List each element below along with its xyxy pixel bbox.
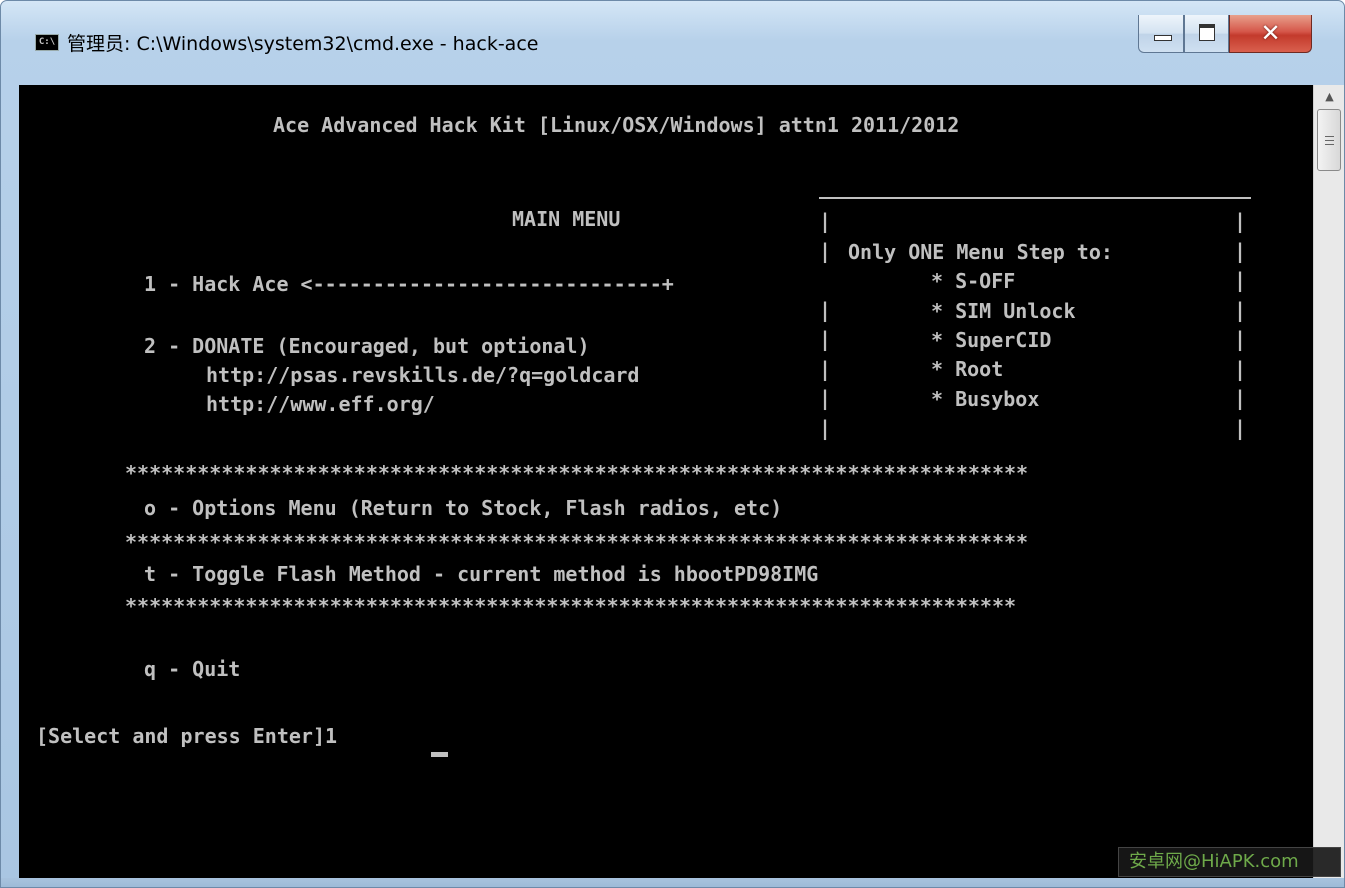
grip-line [1325,140,1334,141]
separator-3: ****************************************… [125,594,1017,618]
kit-title-line: Ace Advanced Hack Kit [Linux/OSX/Windows… [273,113,960,137]
scroll-up-arrow-icon[interactable]: ▲ [1314,85,1344,109]
main-menu-heading: MAIN MENU [512,207,621,231]
cmd-window: C:\ 管理员: C:\Windows\system32\cmd.exe - h… [0,0,1345,888]
grip-line [1325,136,1334,137]
box-top-border [819,197,1251,199]
close-icon: ✕ [1260,19,1281,47]
close-button[interactable]: ✕ [1229,15,1312,53]
box-item-s-off: * S-OFF [931,269,1016,293]
box-item-supercid: * SuperCID [931,328,1052,352]
grip-line [1325,144,1334,145]
menu-item-donate: 2 - DONATE (Encouraged, but optional) [144,334,590,358]
scroll-thumb[interactable] [1317,109,1341,171]
box-right-border: | | | | | | | | [1234,209,1247,440]
window-bottom-frame [1,878,1344,887]
box-item-sim-unlock: * SIM Unlock [931,299,1076,323]
title-bar[interactable]: C:\ 管理员: C:\Windows\system32\cmd.exe - h… [1,1,1344,85]
text-cursor [431,752,448,757]
donate-link-2: http://www.eff.org/ [206,392,435,416]
window-title: 管理员: C:\Windows\system32\cmd.exe - hack-… [67,33,539,55]
watermark-logo: 安卓网@HiAPK.com [1118,847,1341,877]
box-item-root: * Root [931,357,1004,381]
input-prompt[interactable]: [Select and press Enter]1 [36,724,337,748]
maximize-icon [1199,24,1215,41]
minimize-button[interactable] [1138,15,1184,53]
menu-item-hack-ace: 1 - Hack Ace <--------------------------… [144,272,674,296]
separator-1: ****************************************… [125,461,1029,485]
box-left-border: | | | | | | | [819,209,832,440]
menu-item-quit: q - Quit [144,657,241,681]
box-item-busybox: * Busybox [931,387,1040,411]
maximize-button[interactable] [1184,15,1229,53]
box-heading: Only ONE Menu Step to: [848,240,1113,264]
menu-item-options: o - Options Menu (Return to Stock, Flash… [144,496,783,520]
donate-link-1: http://psas.revskills.de/?q=goldcard [206,363,640,387]
console-output[interactable]: Ace Advanced Hack Kit [Linux/OSX/Windows… [19,85,1313,878]
minimize-icon [1154,35,1172,41]
separator-2: ****************************************… [125,530,1029,554]
cmd-app-icon[interactable]: C:\ [35,34,59,51]
vertical-scrollbar[interactable]: ▲ [1313,85,1344,878]
menu-item-toggle-flash: t - Toggle Flash Method - current method… [144,562,819,586]
